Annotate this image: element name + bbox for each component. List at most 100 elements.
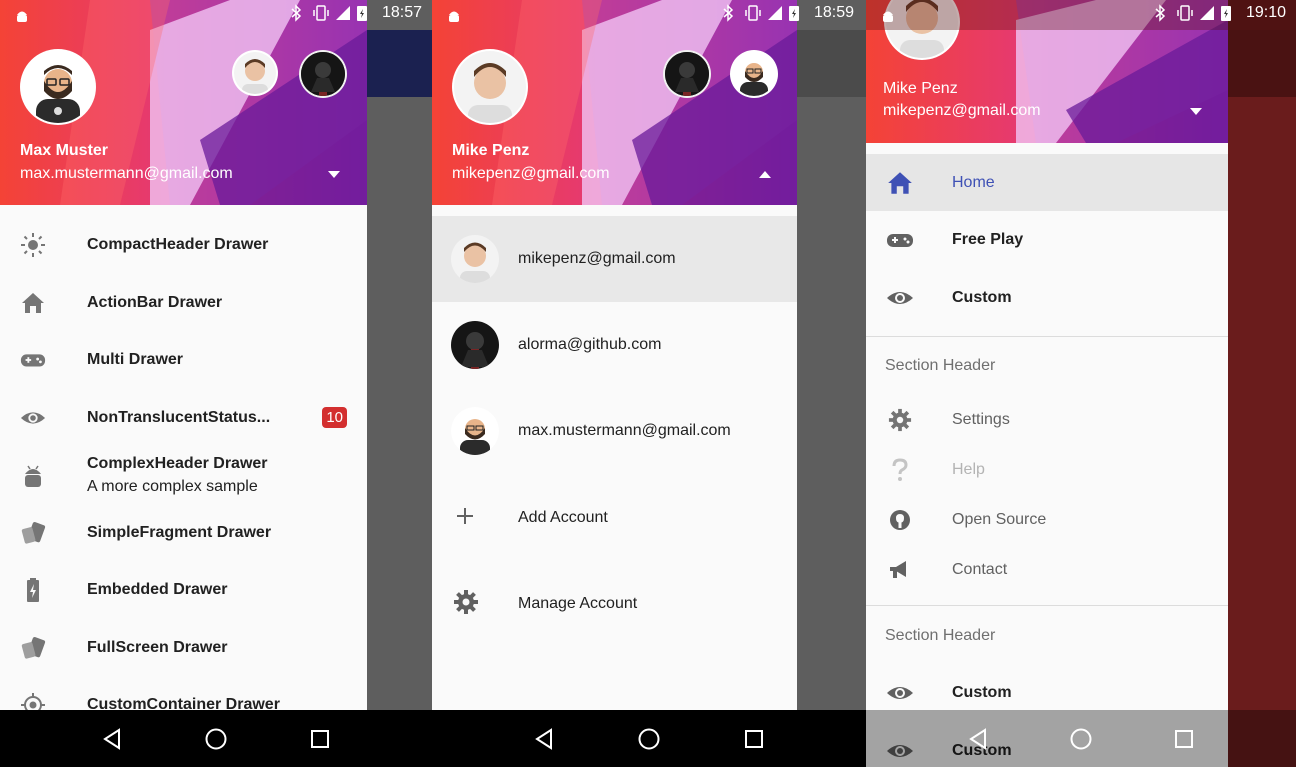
account-switch-toggle[interactable] bbox=[1190, 108, 1202, 115]
drawer-item-customcontainer[interactable]: CustomContainer Drawer bbox=[0, 676, 367, 710]
drawer-header: Mike Penz mikepenz@gmail.com bbox=[432, 0, 797, 205]
status-time: 18:57 bbox=[381, 4, 422, 21]
status-time: 18:59 bbox=[813, 4, 854, 21]
account-row[interactable]: max.mustermann@gmail.com bbox=[432, 388, 797, 474]
drawer-item-freeplay[interactable]: Free Play bbox=[866, 211, 1228, 268]
bluetooth-icon bbox=[290, 4, 306, 22]
home-button[interactable] bbox=[1069, 727, 1093, 751]
plus-icon bbox=[454, 505, 476, 532]
drawer-item-custom[interactable]: Custom bbox=[866, 269, 1228, 326]
profile-email: max.mustermann@gmail.com bbox=[20, 165, 233, 182]
drawer-item-simplefragment[interactable]: SimpleFragment Drawer bbox=[0, 504, 367, 561]
battery-charging-icon bbox=[356, 4, 372, 22]
eye-icon bbox=[886, 284, 914, 312]
profile-name: Mike Penz bbox=[452, 142, 530, 159]
gamepad-icon bbox=[20, 347, 46, 373]
status-bar: 18:59 bbox=[432, 0, 866, 30]
android-notification-icon bbox=[17, 11, 27, 22]
item-label: Open Source bbox=[952, 511, 1047, 528]
account-email: mikepenz@gmail.com bbox=[518, 250, 676, 267]
drawer-item-complexheader[interactable]: ComplexHeader Drawer A more complex samp… bbox=[0, 447, 367, 504]
navigation-drawer: Mike Penz mikepenz@gmail.com mikepenz@gm… bbox=[432, 0, 797, 710]
question-icon bbox=[886, 456, 914, 484]
signal-icon bbox=[334, 4, 350, 22]
item-label: Embedded Drawer bbox=[87, 580, 228, 598]
avatar-mike[interactable] bbox=[452, 49, 528, 125]
add-account-button[interactable]: Add Account bbox=[432, 475, 797, 561]
profile-name: Mike Penz bbox=[883, 80, 958, 97]
account-row[interactable]: mikepenz@gmail.com bbox=[432, 216, 797, 302]
system-navigation-bar bbox=[432, 710, 866, 767]
back-button[interactable] bbox=[532, 727, 556, 751]
back-button[interactable] bbox=[966, 727, 990, 751]
drawer-item-actionbar[interactable]: ActionBar Drawer bbox=[0, 274, 367, 331]
drawer-item-nontranslucent[interactable]: NonTranslucentStatus... 10 bbox=[0, 389, 367, 446]
avatar-alorma[interactable] bbox=[299, 50, 347, 98]
avatar-mike[interactable] bbox=[232, 50, 278, 96]
bluetooth-icon bbox=[722, 4, 738, 22]
sun-icon bbox=[20, 232, 46, 258]
account-switch-toggle[interactable] bbox=[759, 171, 771, 178]
drawer-item-settings[interactable]: Settings bbox=[866, 395, 1228, 445]
system-navigation-bar bbox=[866, 710, 1296, 767]
item-description: A more complex sample bbox=[87, 478, 258, 495]
manage-account-button[interactable]: Manage Account bbox=[432, 561, 797, 647]
drawer-item-fullscreen[interactable]: FullScreen Drawer bbox=[0, 619, 367, 676]
navigation-drawer: Max Muster max.mustermann@gmail.com Comp… bbox=[0, 0, 367, 710]
avatar-alorma[interactable] bbox=[663, 50, 711, 98]
github-icon bbox=[886, 506, 914, 534]
item-label: Custom bbox=[952, 288, 1012, 306]
item-label: Settings bbox=[952, 411, 1010, 428]
gear-icon bbox=[886, 406, 914, 434]
recents-button[interactable] bbox=[1172, 727, 1196, 751]
home-button[interactable] bbox=[637, 727, 661, 751]
drawer-header: Max Muster max.mustermann@gmail.com bbox=[0, 0, 367, 205]
signal-icon bbox=[1198, 4, 1214, 22]
avatar-max[interactable] bbox=[20, 49, 96, 125]
drawer-item-embedded[interactable]: Embedded Drawer bbox=[0, 561, 367, 618]
item-label: ActionBar Drawer bbox=[87, 293, 223, 311]
screen-compact-drawer: Max Muster max.mustermann@gmail.com Comp… bbox=[0, 0, 432, 767]
section-header: Section Header bbox=[885, 357, 996, 374]
item-label: CustomContainer Drawer bbox=[87, 695, 280, 711]
profile-email: mikepenz@gmail.com bbox=[883, 102, 1041, 119]
recents-button[interactable] bbox=[742, 727, 766, 751]
item-label: Home bbox=[952, 173, 995, 191]
status-time: 19:10 bbox=[1245, 4, 1286, 21]
item-label: SimpleFragment Drawer bbox=[87, 523, 272, 541]
account-row[interactable]: alorma@github.com bbox=[432, 302, 797, 388]
eye-icon bbox=[886, 679, 914, 707]
vibrate-icon bbox=[1176, 4, 1193, 22]
home-icon bbox=[886, 169, 914, 197]
screen-section-drawer: Mike Penz mikepenz@gmail.com Home Free P… bbox=[866, 0, 1296, 767]
recents-button[interactable] bbox=[308, 727, 332, 751]
drawer-item-opensource[interactable]: Open Source bbox=[866, 495, 1228, 545]
item-label: CompactHeader Drawer bbox=[87, 235, 269, 253]
back-button[interactable] bbox=[100, 727, 124, 751]
vibrate-icon bbox=[744, 4, 761, 22]
android-icon bbox=[20, 463, 46, 489]
avatar-max[interactable] bbox=[730, 50, 778, 98]
divider bbox=[866, 605, 1228, 606]
navigation-drawer: Mike Penz mikepenz@gmail.com Home Free P… bbox=[866, 0, 1228, 767]
battery-icon bbox=[20, 577, 46, 603]
item-label: Help bbox=[952, 461, 985, 478]
profile-email: mikepenz@gmail.com bbox=[452, 165, 610, 182]
drawer-item-compactheader[interactable]: CompactHeader Drawer bbox=[0, 216, 367, 273]
avatar-mike bbox=[451, 235, 499, 283]
drawer-item-home[interactable]: Home bbox=[866, 154, 1228, 211]
item-label: ComplexHeader Drawer bbox=[87, 455, 268, 472]
megaphone-icon bbox=[886, 556, 914, 584]
item-label: Custom bbox=[952, 683, 1012, 701]
cards-icon bbox=[20, 520, 46, 546]
account-email: alorma@github.com bbox=[518, 336, 662, 353]
cards-icon bbox=[20, 635, 46, 661]
drawer-item-multi[interactable]: Multi Drawer bbox=[0, 331, 367, 388]
drawer-item-contact[interactable]: Contact bbox=[866, 545, 1228, 595]
crosshair-icon bbox=[20, 692, 46, 710]
profile-name: Max Muster bbox=[20, 142, 109, 159]
item-label: Multi Drawer bbox=[87, 350, 184, 368]
battery-charging-icon bbox=[788, 4, 804, 22]
account-switch-toggle[interactable] bbox=[328, 171, 340, 178]
home-button[interactable] bbox=[204, 727, 228, 751]
